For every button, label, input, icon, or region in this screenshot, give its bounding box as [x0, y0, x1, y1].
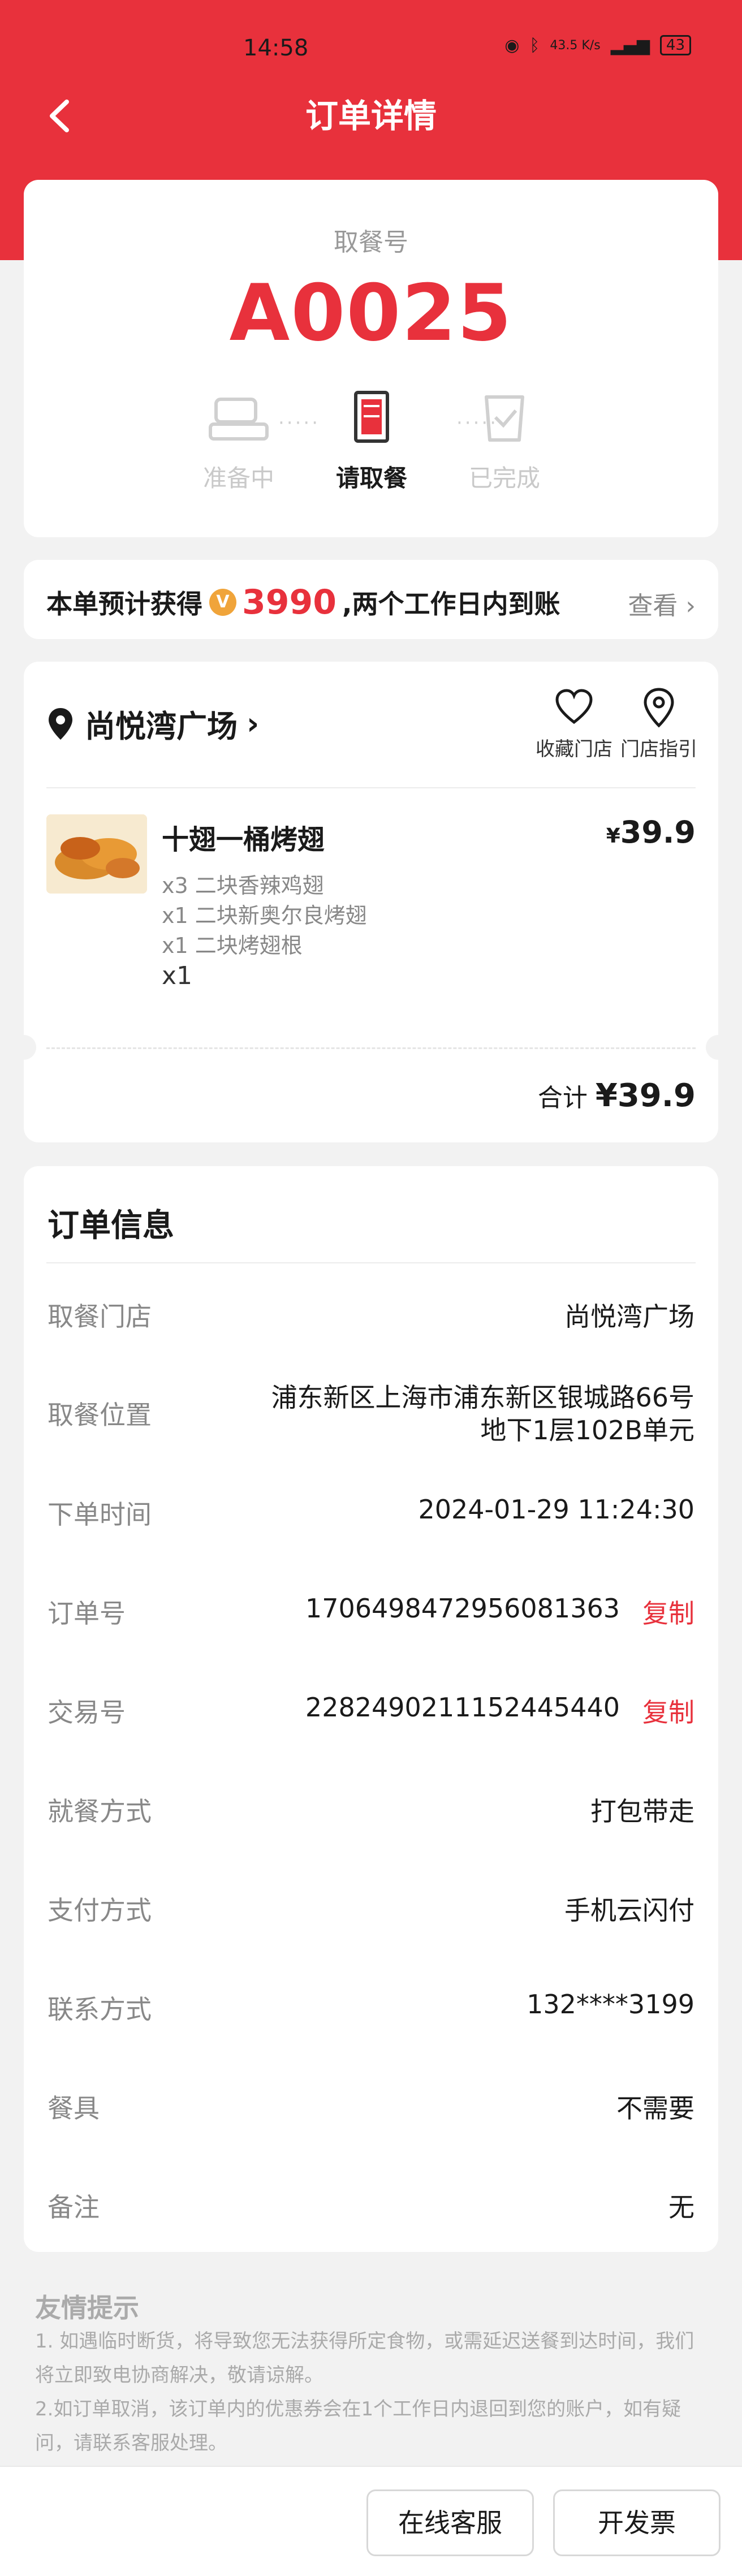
status-time: 14:58	[243, 35, 309, 61]
map-pin-icon	[644, 688, 674, 728]
view-label: 查看	[628, 592, 678, 620]
info-key: 取餐门店	[48, 1301, 152, 1332]
order-total: 合计 ¥39.9	[538, 1077, 696, 1114]
invoice-button[interactable]: 开发票	[553, 2489, 721, 2556]
item-price: ¥39.9	[606, 814, 696, 850]
bluetooth-icon: ᛒ	[529, 35, 540, 55]
tips-text: 1. 如遇临时断货，将导致您无法获得所定食物，或需延迟送餐到达时间，我们将立即致…	[35, 2324, 702, 2460]
order-info-title: 订单信息	[48, 1207, 174, 1244]
order-item-card: 尚悦湾广场 › 收藏门店 门店指引 十翅一桶烤翅 ¥39.9 x3 二块香辣鸡翅…	[11, 662, 731, 1142]
step-label: 请取餐	[335, 464, 407, 492]
status-icons: ◉ ᛒ 43.5 K/s ▂▄▆ 43	[504, 35, 691, 55]
info-key: 支付方式	[48, 1895, 152, 1926]
info-key: 取餐位置	[48, 1400, 152, 1430]
pickup-number: A0025	[229, 267, 513, 359]
copy-trade-no-button[interactable]: 复制	[642, 1692, 694, 1729]
currency-symbol: ¥	[606, 825, 620, 848]
info-value: 手机云闪付	[564, 1895, 694, 1926]
ticket-notch	[11, 1035, 36, 1060]
pickup-label: 取餐号	[334, 228, 408, 257]
item-component: x1 二块烤翅根	[162, 933, 303, 958]
heart-icon	[555, 689, 593, 724]
favorite-store-button[interactable]: 收藏门店	[532, 687, 616, 761]
info-value: 2024-01-29 11:24:30	[418, 1494, 694, 1525]
points-suffix: ,两个工作日内到账	[342, 589, 560, 619]
info-value: 132****3199	[527, 1989, 694, 2020]
info-key: 下单时间	[48, 1499, 152, 1530]
ticket-notch	[706, 1035, 731, 1060]
store-guide-button[interactable]: 门店指引	[616, 687, 701, 761]
chicken-wings-icon	[46, 814, 147, 894]
item-component: x1 二块新奥尔良烤翅	[162, 903, 367, 928]
info-value: 尚悦湾广场	[564, 1301, 694, 1332]
page-title: 订单详情	[305, 97, 437, 135]
info-value: 不需要	[616, 2093, 694, 2124]
info-value: 打包带走	[590, 1796, 694, 1827]
location-line-2: 地下1层102B单元	[480, 1415, 694, 1446]
location-line-1: 浦东新区上海市浦东新区银城路66号	[271, 1382, 694, 1413]
tips-title: 友情提示	[35, 2293, 139, 2323]
order-info-card: 订单信息 取餐门店 尚悦湾广场 取餐位置 浦东新区上海市浦东新区银城路66号 地…	[24, 1166, 718, 2252]
item-component: x3 二块香辣鸡翅	[162, 873, 324, 898]
total-value: ¥39.9	[595, 1077, 696, 1114]
dashed-divider	[46, 1047, 696, 1049]
info-key: 订单号	[48, 1598, 126, 1629]
battery-icon: 43	[659, 35, 691, 55]
info-value: 无	[668, 2192, 694, 2223]
status-bar: 14:58 ◉ ᛒ 43.5 K/s ▂▄▆ 43	[0, 0, 742, 102]
eye-icon: ◉	[504, 35, 520, 55]
info-key: 餐具	[48, 2093, 100, 2124]
location-icon	[49, 707, 72, 740]
signal-icon: ▂▄▆	[610, 35, 650, 55]
nav-bar: 订单详情	[0, 90, 742, 141]
step-completed: 已完成	[442, 389, 567, 494]
info-value: 浦东新区上海市浦东新区银城路66号 地下1层102B单元	[271, 1381, 694, 1447]
price-value: 39.9	[620, 814, 696, 850]
info-key: 联系方式	[48, 1994, 152, 2025]
chevron-right-icon: ›	[247, 706, 260, 741]
bottom-action-bar: 在线客服 开发票	[0, 2466, 742, 2576]
points-text: 本单预计获得 V 3990 ,两个工作日内到账	[46, 582, 560, 622]
cooking-icon	[209, 398, 269, 441]
network-speed: 43.5 K/s	[550, 38, 601, 53]
points-card[interactable]: 本单预计获得 V 3990 ,两个工作日内到账 查看 ›	[24, 560, 718, 639]
divider	[46, 787, 696, 788]
guide-label: 门店指引	[620, 738, 697, 761]
info-value: 1706498472956081363	[305, 1593, 620, 1624]
favorite-label: 收藏门店	[536, 738, 612, 761]
chevron-right-icon: ›	[678, 592, 696, 620]
total-label: 合计	[537, 1084, 588, 1112]
info-key: 交易号	[48, 1697, 126, 1728]
copy-order-no-button[interactable]: 复制	[642, 1593, 694, 1630]
info-key: 就餐方式	[48, 1796, 152, 1827]
info-value: 2282490211152445440	[305, 1692, 620, 1723]
bucket-icon	[354, 391, 389, 443]
store-name: 尚悦湾广场	[85, 709, 238, 744]
divider	[46, 1262, 696, 1263]
step-label: 准备中	[202, 464, 274, 492]
tip-line: 2.如订单取消，该订单内的优惠券会在1个工作日内退回到您的账户，如有疑问，请联系…	[35, 2398, 681, 2454]
store-link[interactable]: 尚悦湾广场 ›	[46, 701, 259, 746]
pickup-card: 取餐号 A0025 准备中 ····· 请取餐 ····· 已完成	[24, 180, 718, 537]
item-name: 十翅一桶烤翅	[162, 824, 325, 856]
step-ready: 请取餐	[309, 389, 434, 494]
points-prefix: 本单预计获得	[46, 589, 202, 619]
points-value: 3990	[242, 582, 337, 622]
step-preparing: 准备中	[176, 389, 301, 494]
completed-bag-icon	[485, 395, 524, 442]
info-key: 备注	[48, 2192, 100, 2223]
view-points-link[interactable]: 查看 ›	[628, 585, 696, 622]
item-quantity: x1	[162, 961, 193, 990]
coin-icon: V	[209, 589, 236, 616]
food-image	[46, 814, 147, 894]
online-service-button[interactable]: 在线客服	[366, 2489, 534, 2556]
step-label: 已完成	[468, 464, 540, 492]
tip-line: 1. 如遇临时断货，将导致您无法获得所定食物，或需延迟送餐到达时间，我们将立即致…	[35, 2330, 694, 2387]
